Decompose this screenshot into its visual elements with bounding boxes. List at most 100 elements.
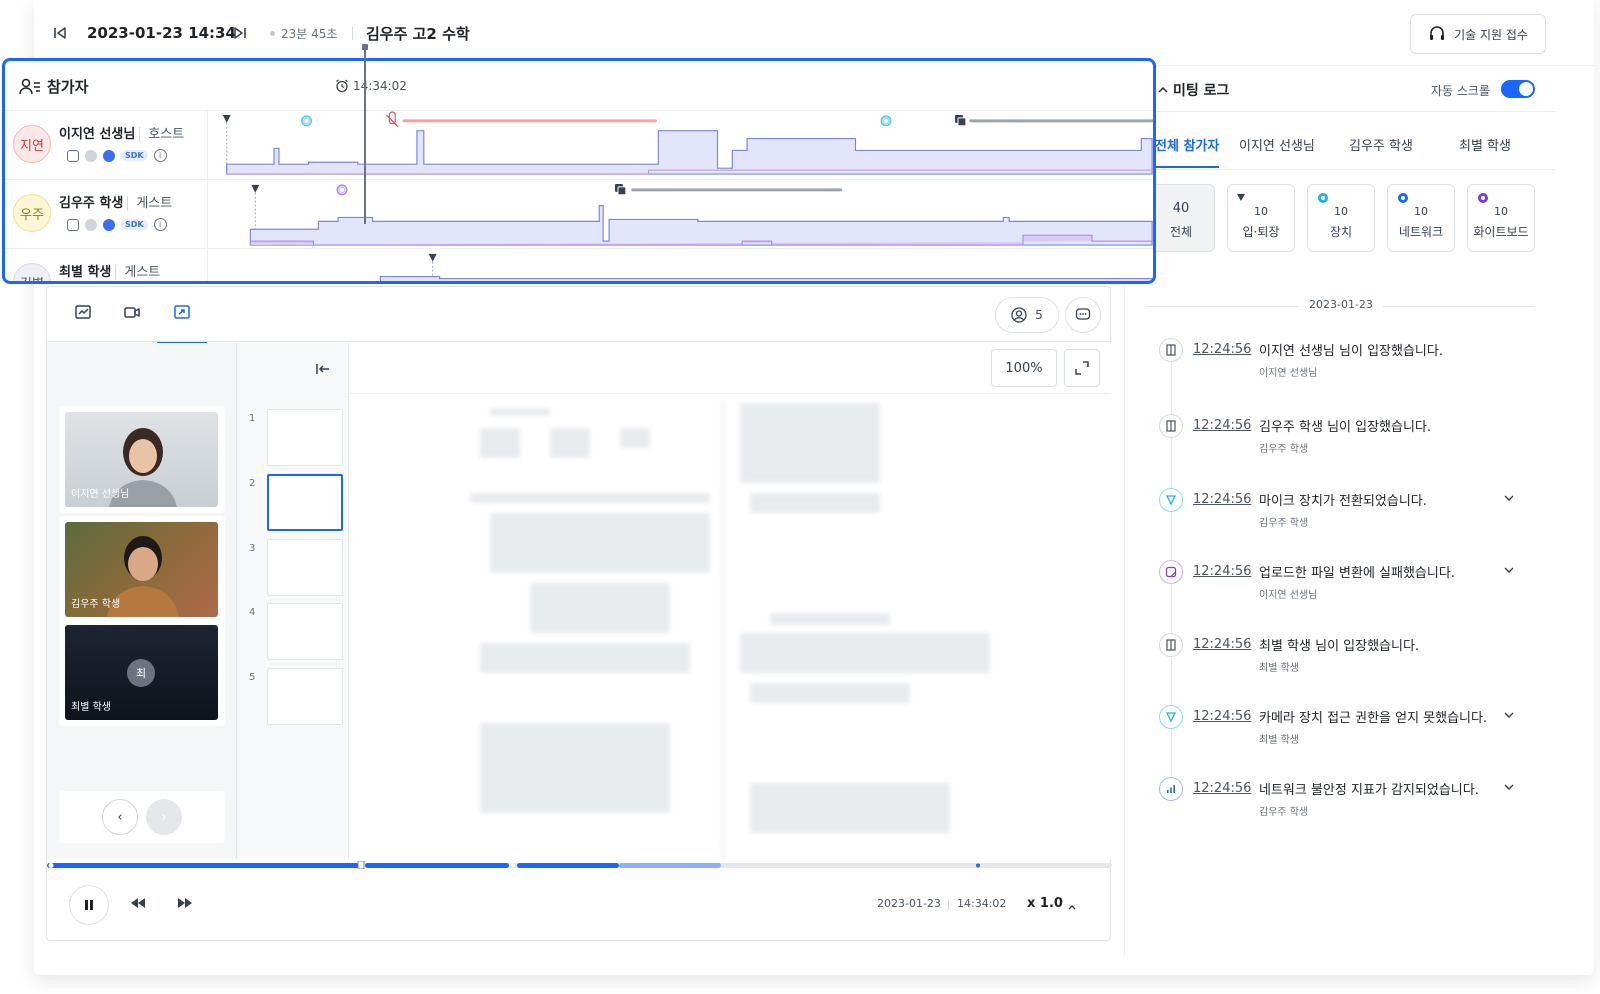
rewind-icon[interactable] [130,897,146,913]
chat-icon [1075,308,1091,320]
auto-scroll-toggle[interactable] [1501,80,1535,98]
participant-timeline: 참가자 14:34:02 지연 이지연 선생님 호스트 SDK i 우주 김우주… [2,58,1156,284]
participant-name: 최별 학생 게스트 [59,261,161,280]
user-circle-icon [1011,307,1027,323]
timeline-row: 김별 최별 학생 게스트 [5,249,1153,281]
timeline-row: 지연 이지연 선생님 호스트 SDK i [5,111,1153,180]
filter-count: 40 [1172,201,1190,216]
apple-icon [85,149,97,162]
chevron-down-icon[interactable] [1503,709,1515,724]
filter-network[interactable]: 10 네트워크 [1387,184,1455,252]
tab-participant[interactable]: 최별 학생 [1459,135,1511,154]
participant-name: 이지연 선생님 호스트 [59,123,185,142]
filter-device[interactable]: 10 장치 [1307,184,1375,252]
tab-notes[interactable] [58,303,108,331]
page-thumbnail[interactable] [267,409,343,466]
filter-count: 10 [1494,205,1508,218]
video-pager: ‹ › [59,791,225,843]
meeting-log-panel: 미팅 로그 자동 스크롤 전체 참가자 이지연 선생님 김우주 학생 최별 학생… [1124,66,1556,956]
log-participant-tabs: 전체 참가자 이지연 선생님 김우주 학생 최별 학생 [1125,112,1556,170]
log-time-link[interactable]: 12:24:56 [1193,492,1251,507]
filter-whiteboard[interactable]: 10 화이트보드 [1467,184,1535,252]
playback-seekbar[interactable] [47,861,1112,869]
thumb-number: 5 [249,672,256,683]
filter-all[interactable]: 40 전체 [1147,184,1215,252]
log-date: 2023-01-23 [1299,298,1383,311]
device-event-dot [884,118,888,123]
log-entry: 12:24:56 김우주 학생 님이 입장했습니다. 김우주 학생 [1159,412,1539,462]
chevron-up-icon[interactable] [1067,897,1077,916]
filter-entry-exit[interactable]: 10 입·퇴장 [1227,184,1295,252]
chevron-down-icon[interactable] [1503,564,1515,579]
device-dot-icon [1318,193,1328,203]
meeting-log-header: 미팅 로그 자동 스크롤 [1125,66,1556,112]
fast-forward-icon[interactable] [177,897,193,913]
participant-name-text: 최별 학생 [59,265,112,280]
log-actor: 최별 학생 [1259,663,1299,674]
next-page-button[interactable]: › [146,799,182,835]
video-tile[interactable]: 김우주 학생 [59,516,225,623]
whiteboard-event-dot [340,187,344,192]
info-icon[interactable]: i [153,149,167,162]
door-icon [1159,338,1183,362]
browser-icon [103,218,115,231]
filter-label: 장치 [1329,225,1353,239]
filter-count: 10 [1254,205,1268,218]
top-bar: 2023-01-23 14:34 23분 45초 김우주 고2 수학 기술 지원… [34,0,1594,66]
log-time-link[interactable]: 12:24:56 [1193,781,1251,796]
fullscreen-button[interactable] [1064,349,1100,387]
door-icon [1159,414,1183,438]
log-message: 카메라 장치 접근 권한을 얻지 못했습니다. [1259,711,1488,726]
log-entry: 12:24:56 카메라 장치 접근 권한을 얻지 못했습니다. 최별 학생 [1159,703,1539,753]
tab-video[interactable] [107,303,157,331]
chevron-down-icon[interactable] [1503,492,1515,507]
log-time-link[interactable]: 12:24:56 [1193,637,1251,652]
session-datetime: 2023-01-23 14:34 [87,24,236,42]
device-event-dot [304,118,309,123]
activity-area [249,205,1153,246]
zoom-level[interactable]: 100% [991,349,1057,387]
tab-screen-share[interactable] [157,303,207,344]
video-tile[interactable]: 이지연 선생님 [59,406,225,513]
browser-icon [103,149,115,162]
tab-participant[interactable]: 이지연 선생님 [1239,135,1315,154]
page-thumbnail[interactable] [267,668,343,725]
timeline-playhead[interactable] [362,44,368,224]
page-thumbnail-selected[interactable] [267,474,343,531]
activity-graph [379,253,1153,281]
filter-label: 화이트보드 [1473,225,1529,239]
collapse-icon[interactable] [1157,81,1169,100]
tab-all-participants[interactable]: 전체 참가자 [1155,135,1220,168]
chevron-down-icon[interactable] [1503,781,1515,796]
log-message: 최별 학생 님이 입장했습니다. [1259,639,1420,654]
pause-icon [85,900,93,910]
log-time-link[interactable]: 12:24:56 [1193,342,1251,357]
log-entry: 12:24:56 네트워크 불안정 지표가 감지되었습니다. 김우주 학생 [1159,775,1539,825]
participants-count-button[interactable]: 5 [995,297,1059,333]
log-time-link[interactable]: 12:24:56 [1193,418,1251,433]
log-time-link[interactable]: 12:24:56 [1193,564,1251,579]
log-entry: 12:24:56 최별 학생 님이 입장했습니다. 최별 학생 [1159,631,1539,681]
skip-previous-icon[interactable] [52,22,68,44]
playback-date: 2023-01-23 [877,897,941,910]
page-thumbnail[interactable] [267,603,343,660]
entry-marker-icon [222,114,231,123]
video-camera-icon [124,307,140,318]
log-actor: 이지연 선생님 [1259,368,1318,379]
page-thumbnail[interactable] [267,539,343,596]
log-message: 업로드한 파일 변환에 실패했습니다. [1259,566,1455,581]
auto-scroll-label: 자동 스크롤 [1431,84,1491,98]
chat-button[interactable] [1065,297,1101,333]
participant-info: 우주 김우주 학생 게스트 SDK i [5,180,208,248]
collapse-panel-icon[interactable] [315,361,331,381]
skip-next-icon[interactable] [232,22,248,44]
video-tile[interactable]: 최 최별 학생 [59,619,225,726]
tab-participant[interactable]: 김우주 학생 [1349,135,1413,154]
tech-support-button[interactable]: 기술 지원 접수 [1410,14,1546,54]
info-icon[interactable]: i [153,218,167,231]
pause-button[interactable] [69,885,109,925]
log-time-link[interactable]: 12:24:56 [1193,709,1251,724]
door-icon [1159,633,1183,657]
previous-page-button[interactable]: ‹ [102,799,138,835]
playback-speed[interactable]: x 1.0 [1027,896,1063,911]
